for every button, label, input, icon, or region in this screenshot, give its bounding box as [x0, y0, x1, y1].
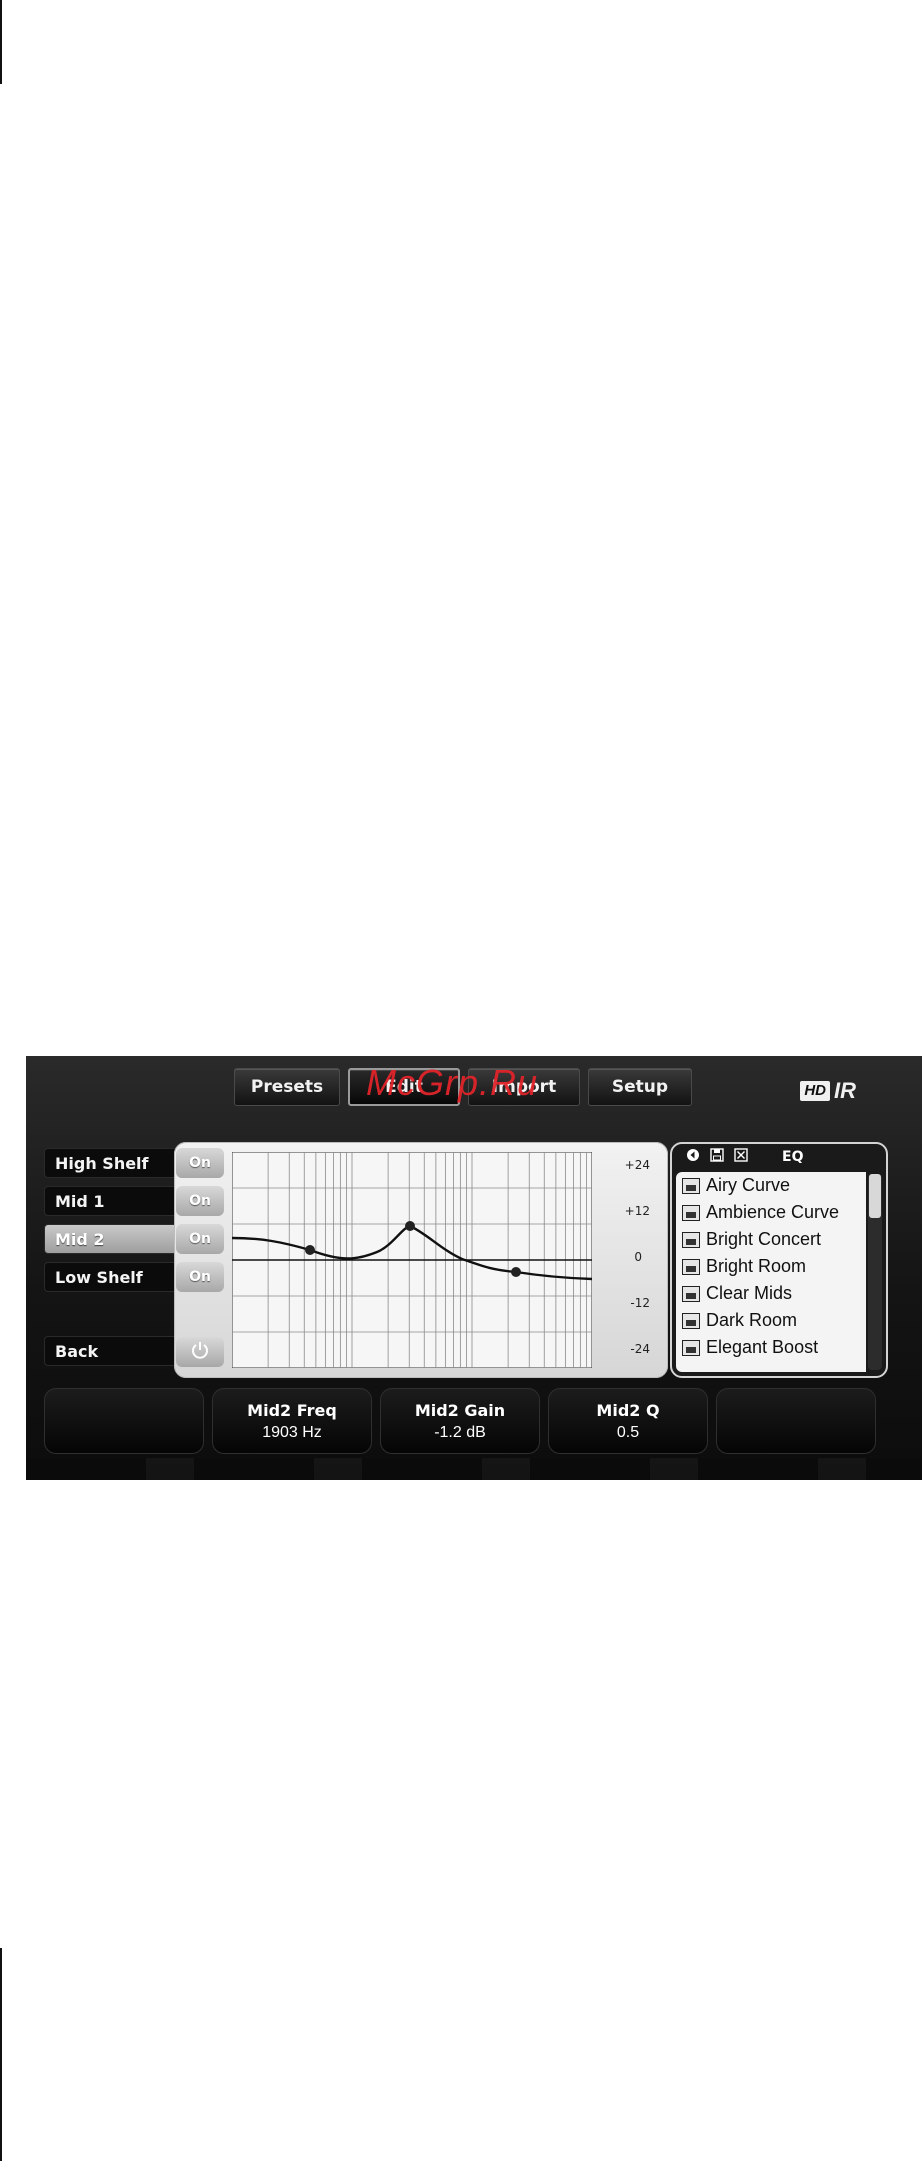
edit-button[interactable]: Edit — [348, 1068, 460, 1106]
top-toolbar: Presets Edit Import Setup — [234, 1068, 692, 1106]
band-node — [405, 1221, 415, 1231]
brand-logo: HD IR — [800, 1078, 856, 1104]
preset-item-label: Ambience Curve — [706, 1202, 840, 1222]
db-label-minus24: -24 — [630, 1342, 650, 1356]
mid2-gain-knob[interactable]: Mid2 Gain -1.2 dB — [380, 1388, 540, 1454]
left-edge-line-top — [0, 0, 2, 84]
preset-browser: EQ Airy Curve Ambience Curve Bright Concer… — [670, 1142, 888, 1378]
preset-file-icon — [682, 1339, 700, 1356]
mid1-on-toggle[interactable]: On — [176, 1186, 224, 1216]
db-label-zero: 0 — [634, 1250, 642, 1264]
preset-item[interactable]: Airy Curve — [676, 1172, 866, 1199]
db-label-minus12: -12 — [630, 1296, 650, 1310]
preset-header: EQ — [672, 1144, 886, 1170]
low-shelf-on-toggle[interactable]: On — [176, 1262, 224, 1292]
scrollbar-thumb[interactable] — [869, 1174, 881, 1218]
band-list: High Shelf Mid 1 Mid 2 Low Shelf Back — [44, 1148, 186, 1366]
delete-icon[interactable] — [734, 1148, 748, 1166]
power-icon — [190, 1340, 210, 1365]
preset-item[interactable]: Bright Room — [676, 1253, 866, 1280]
preset-file-icon — [682, 1177, 700, 1194]
preset-item-label: Bright Room — [706, 1256, 807, 1276]
eq-power-button[interactable] — [176, 1337, 224, 1367]
param-name: Mid2 Gain — [414, 1400, 506, 1420]
preset-item[interactable]: Ambience Curve — [676, 1199, 866, 1226]
back-arrow-icon[interactable] — [686, 1148, 700, 1166]
band-enable-column: On On On On — [176, 1148, 224, 1300]
preset-panel-title: EQ — [782, 1149, 804, 1165]
param-slot-empty-right[interactable] — [716, 1388, 876, 1454]
preset-list: Airy Curve Ambience Curve Bright Concert Br… — [676, 1172, 866, 1372]
import-button[interactable]: Import — [468, 1068, 580, 1106]
band-node — [511, 1267, 521, 1277]
preset-scrollbar[interactable] — [868, 1174, 882, 1370]
band-mid2-button[interactable]: Mid 2 — [44, 1224, 186, 1254]
brand-hd: HD — [800, 1081, 830, 1101]
preset-item[interactable]: Dark Room — [676, 1307, 866, 1334]
param-value: -1.2 dB — [434, 1423, 486, 1441]
param-row: Mid2 Freq 1903 Hz Mid2 Gain -1.2 dB Mid2… — [44, 1388, 876, 1454]
db-label-plus12: +12 — [624, 1204, 650, 1218]
mid2-freq-knob[interactable]: Mid2 Freq 1903 Hz — [212, 1388, 372, 1454]
left-edge-line-bottom — [0, 1948, 2, 2161]
preset-item[interactable]: Elegant Boost — [676, 1334, 866, 1361]
brand-ir: IR — [834, 1078, 856, 1103]
eq-graph-panel[interactable]: +24 +12 0 -12 -24 — [174, 1142, 668, 1378]
param-value: 1903 Hz — [262, 1423, 322, 1441]
back-button[interactable]: Back — [44, 1336, 186, 1366]
preset-item[interactable]: Bright Concert — [676, 1226, 866, 1253]
preset-item-label: Bright Concert — [706, 1229, 822, 1249]
eq-graph[interactable] — [232, 1152, 592, 1368]
eq-device-panel: Presets Edit Import Setup McGrp.Ru HD IR… — [26, 1056, 922, 1480]
preset-item-label: Clear Mids — [706, 1283, 793, 1303]
band-node — [305, 1245, 315, 1255]
setup-button[interactable]: Setup — [588, 1068, 692, 1106]
mid2-on-toggle[interactable]: On — [176, 1224, 224, 1254]
preset-file-icon — [682, 1231, 700, 1248]
band-low-shelf-button[interactable]: Low Shelf — [44, 1262, 186, 1292]
preset-file-icon — [682, 1285, 700, 1302]
presets-button[interactable]: Presets — [234, 1068, 340, 1106]
preset-item-label: Dark Room — [706, 1310, 798, 1330]
preset-item[interactable]: Clear Mids — [676, 1280, 866, 1307]
high-shelf-on-toggle[interactable]: On — [176, 1148, 224, 1178]
param-value: 0.5 — [616, 1423, 640, 1441]
save-icon[interactable] — [710, 1148, 724, 1166]
param-name: Mid2 Freq — [247, 1400, 337, 1420]
preset-file-icon — [682, 1204, 700, 1221]
band-mid1-button[interactable]: Mid 1 — [44, 1186, 186, 1216]
preset-item-label: Airy Curve — [706, 1175, 791, 1195]
param-slot-empty-left[interactable] — [44, 1388, 204, 1454]
preset-item-label: Elegant Boost — [706, 1337, 819, 1357]
mid2-q-knob[interactable]: Mid2 Q 0.5 — [548, 1388, 708, 1454]
preset-file-icon — [682, 1312, 700, 1329]
db-label-plus24: +24 — [624, 1158, 650, 1172]
preset-file-icon — [682, 1258, 700, 1275]
param-name: Mid2 Q — [596, 1400, 660, 1420]
band-high-shelf-button[interactable]: High Shelf — [44, 1148, 186, 1178]
